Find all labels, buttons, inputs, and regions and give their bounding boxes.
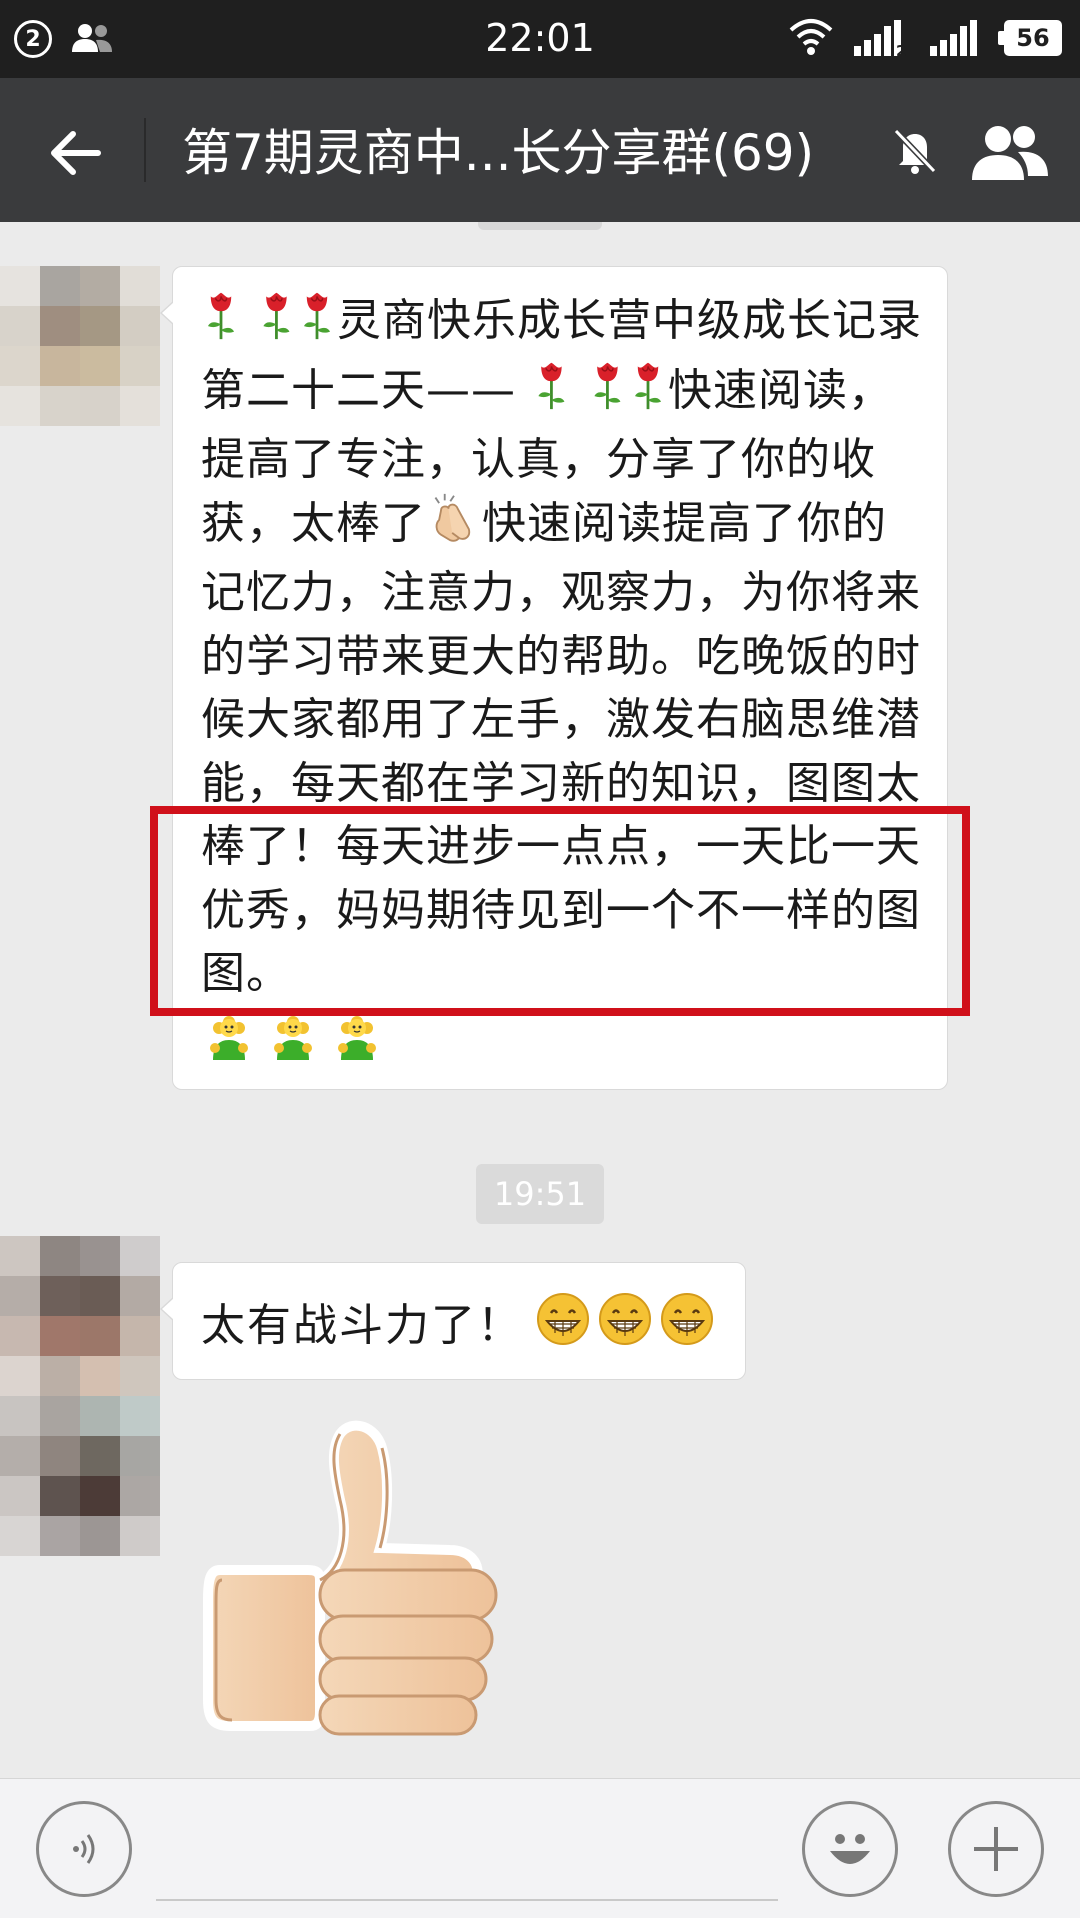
- signal-sim1-icon: [928, 18, 990, 62]
- mute-indicator[interactable]: [880, 116, 950, 186]
- group-members-icon: [972, 126, 1048, 180]
- chat-input-bar: [0, 1778, 1080, 1918]
- rose-icon: [628, 359, 668, 429]
- voice-input-button[interactable]: [36, 1801, 132, 1897]
- chat-header: 第7期灵商中...长分享群(69): [0, 78, 1080, 222]
- flower-face-icon: [265, 1008, 321, 1068]
- more-options-button[interactable]: [948, 1801, 1044, 1897]
- message-text-part: 快速阅读提高了你的记忆力，注意力，观察力，为你将来的学习带来更大的帮助。吃晚饭的…: [201, 497, 921, 1000]
- message-text: 灵商快乐成长营中级成长记录第二十二天—— 快速阅读，提高了专注，认真，分享了你的收…: [201, 289, 923, 1006]
- grinning-face-icon: [597, 1291, 653, 1351]
- smiley-icon: [830, 1834, 870, 1864]
- emoji-row: [535, 1291, 715, 1351]
- plus-icon: [974, 1827, 1018, 1871]
- sender-avatar[interactable]: [0, 1236, 160, 1556]
- grinning-face-icon: [535, 1291, 591, 1351]
- status-bar: 2 22:01 2 56: [0, 0, 1080, 78]
- flower-face-icon: [201, 1008, 257, 1068]
- rose-icon: [201, 289, 241, 359]
- group-members-button[interactable]: [960, 112, 1060, 192]
- scroll-indicator: [478, 222, 602, 230]
- group-title: 第7期灵商中...长分享群(69): [182, 124, 815, 182]
- timestamp: 19:51: [476, 1164, 604, 1224]
- signal-sim2-icon: 2: [852, 18, 914, 62]
- message-bubble[interactable]: 太有战斗力了！: [160, 1262, 746, 1380]
- rose-icon: [516, 359, 572, 429]
- back-arrow-icon: [51, 131, 101, 175]
- header-divider: [144, 118, 146, 182]
- rose-icon: [241, 289, 297, 359]
- voice-icon: [73, 1834, 95, 1864]
- message-input[interactable]: [156, 1797, 778, 1901]
- message-text: 太有战斗力了！: [201, 1300, 523, 1351]
- rose-icon: [572, 359, 628, 429]
- grinning-face-icon: [659, 1291, 715, 1351]
- svg-text:2: 2: [896, 42, 906, 58]
- emoji-button[interactable]: [802, 1801, 898, 1897]
- back-button[interactable]: [40, 118, 110, 188]
- emoji-row: [201, 1008, 923, 1068]
- message-bubble[interactable]: 灵商快乐成长营中级成长记录第二十二天—— 快速阅读，提高了专注，认真，分享了你的收…: [160, 266, 948, 1090]
- sender-avatar[interactable]: [0, 266, 160, 426]
- bell-muted-icon: [893, 128, 937, 174]
- wifi-icon: [788, 16, 834, 62]
- rose-icon: [297, 289, 337, 359]
- battery-indicator: 56: [998, 20, 1062, 56]
- clapping-hands-icon: [426, 492, 482, 562]
- flower-face-icon: [329, 1008, 385, 1068]
- thumbs-up-sticker[interactable]: [200, 1420, 520, 1750]
- clock: 22:01: [485, 16, 595, 60]
